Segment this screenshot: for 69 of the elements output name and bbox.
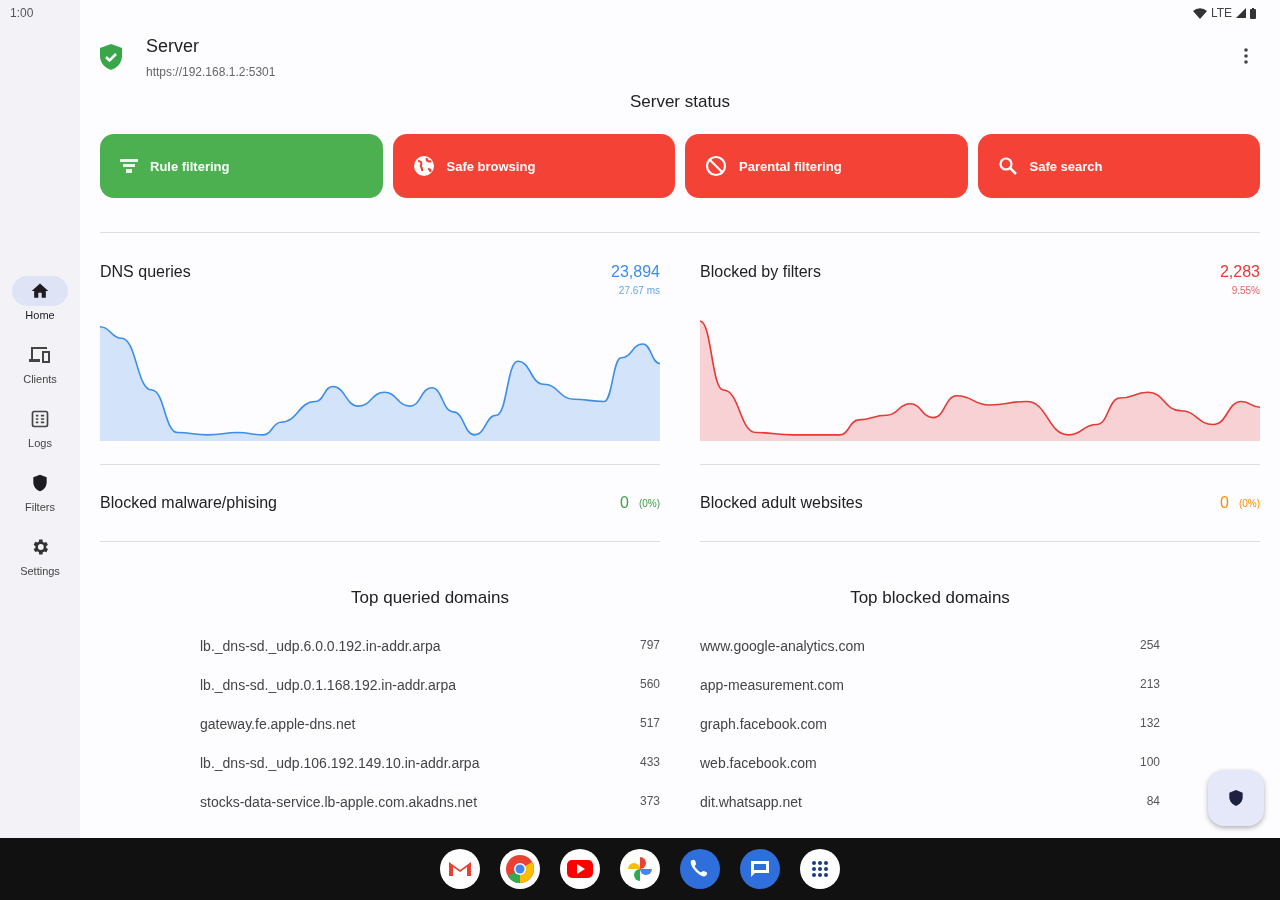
app-icon[interactable] xyxy=(439,848,481,890)
app-icon[interactable] xyxy=(739,848,781,890)
stat-value: 23,894 xyxy=(611,263,660,281)
nav-item[interactable]: Filters xyxy=(8,468,72,528)
domain-name: app-measurement.com xyxy=(700,677,844,695)
nav-item[interactable]: Home xyxy=(8,276,72,336)
feature-toggle[interactable]: Parental filtering xyxy=(685,134,968,198)
query-count: 517 xyxy=(639,716,660,732)
domain-name: web.facebook.com xyxy=(700,755,817,773)
stat-title: DNS queries xyxy=(100,263,191,282)
globe-icon xyxy=(412,155,435,177)
devices-icon xyxy=(28,345,52,365)
status-time: 1:00 xyxy=(10,6,34,20)
stat-title: Blocked adult websites xyxy=(700,494,864,512)
stat-title: Blocked by filters xyxy=(700,263,821,282)
stat-value: 0 xyxy=(1219,494,1229,512)
domain-name: lb._dns-sd._udp.106.192.149.10.in-addr.arpa xyxy=(200,755,480,773)
stat-value: 0 xyxy=(619,494,629,512)
domain-name: stocks-data-service.lb-apple.com.akadns.net xyxy=(200,794,478,812)
list-title: Top queried domains xyxy=(350,588,510,608)
list-title: Top blocked domains xyxy=(849,588,1011,608)
nav-item[interactable]: Logs xyxy=(8,404,72,464)
battery-icon xyxy=(1250,7,1256,19)
shield-fab-button[interactable] xyxy=(1208,770,1264,826)
query-count: 373 xyxy=(639,794,660,810)
query-count: 254 xyxy=(1139,638,1160,654)
stat-value: 2,283 xyxy=(1219,263,1260,281)
app-icon[interactable] xyxy=(679,848,721,890)
block-icon xyxy=(705,155,727,177)
signal-icon xyxy=(1236,8,1246,18)
nav-item[interactable]: Settings xyxy=(8,532,72,592)
query-count: 797 xyxy=(639,638,660,654)
network-label: LTE xyxy=(1210,6,1232,20)
shield-icon xyxy=(30,473,50,493)
domain-name: graph.facebook.com xyxy=(700,716,827,734)
domain-name: dit.whatsapp.net xyxy=(700,794,802,812)
query-count: 100 xyxy=(1139,755,1160,771)
server-address: https://192.168.1.2:5301 xyxy=(146,64,276,79)
stat-subvalue: 9.55% xyxy=(1231,285,1260,296)
stat-percent: (0%) xyxy=(1238,497,1260,509)
app-icon[interactable] xyxy=(499,848,541,890)
query-count: 213 xyxy=(1139,677,1160,693)
query-count: 433 xyxy=(639,755,660,771)
more-icon xyxy=(1244,47,1248,64)
stat-subvalue: 27.67 ms xyxy=(618,285,660,296)
query-count: 560 xyxy=(639,677,660,693)
shield-check-icon xyxy=(100,44,122,70)
domain-name: lb._dns-sd._udp.0.1.168.192.in-addr.arpa xyxy=(200,677,457,695)
filter-icon xyxy=(120,158,138,174)
feature-toggle[interactable]: Safe browsing xyxy=(392,134,675,198)
section-title: Server status xyxy=(628,92,732,112)
search-icon xyxy=(997,156,1018,176)
wifi-icon xyxy=(1192,7,1207,19)
app-icon[interactable] xyxy=(559,848,601,890)
home-icon xyxy=(30,281,50,301)
domain-name: gateway.fe.apple-dns.net xyxy=(200,716,356,734)
query-count: 84 xyxy=(1146,794,1160,810)
stat-title: Blocked malware/phising xyxy=(100,494,278,512)
nav-item[interactable]: Clients xyxy=(8,340,72,400)
list-icon xyxy=(30,409,50,429)
feature-toggle[interactable]: Safe search xyxy=(977,134,1260,198)
shield-icon xyxy=(1228,789,1244,807)
query-count: 132 xyxy=(1139,716,1160,732)
app-icon[interactable] xyxy=(619,848,661,890)
domain-name: www.google-analytics.com xyxy=(700,638,865,656)
app-icon[interactable] xyxy=(799,848,841,890)
domain-name: lb._dns-sd._udp.6.0.0.192.in-addr.arpa xyxy=(200,638,441,656)
stat-percent: (0%) xyxy=(638,497,660,509)
server-name: Server xyxy=(146,35,200,57)
